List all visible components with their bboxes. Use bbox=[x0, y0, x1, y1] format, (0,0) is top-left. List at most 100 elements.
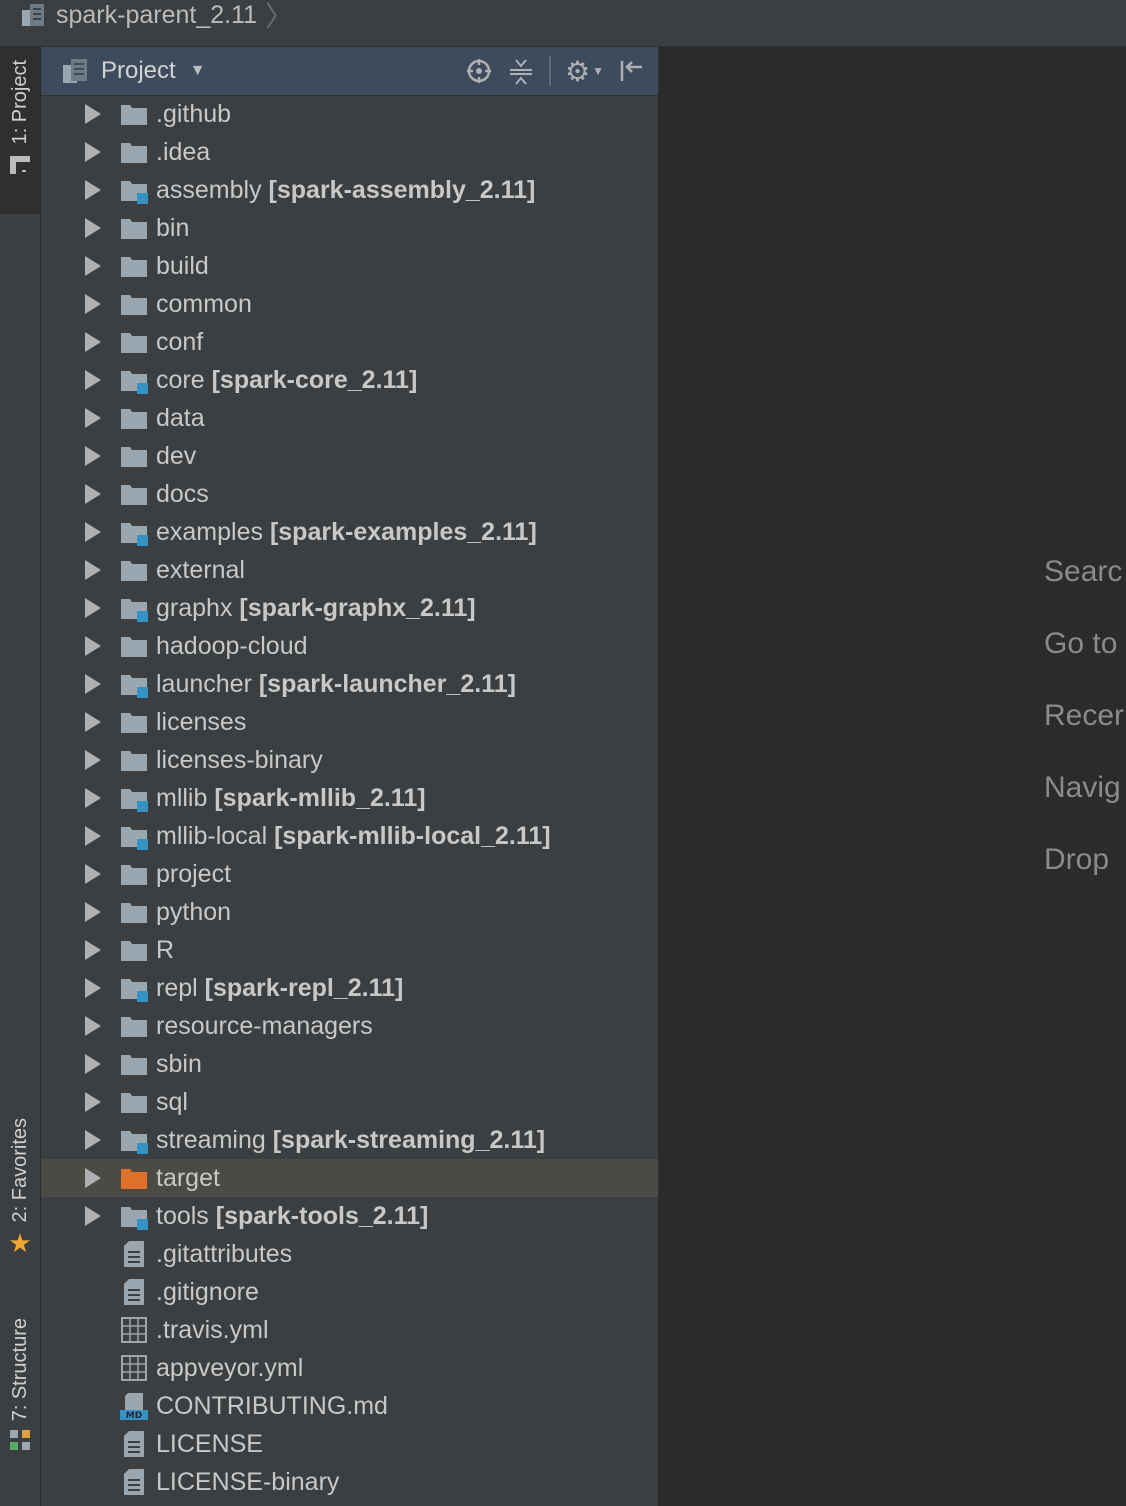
expand-arrow-icon[interactable] bbox=[85, 1130, 101, 1150]
tree-row[interactable]: .gitattributes bbox=[41, 1235, 658, 1273]
tree-row[interactable]: build bbox=[41, 247, 658, 285]
folder-icon bbox=[119, 479, 149, 509]
expand-arrow-icon[interactable] bbox=[85, 408, 101, 428]
tree-item-label: licenses bbox=[156, 703, 246, 741]
expand-arrow-icon[interactable] bbox=[85, 902, 101, 922]
tree-item-name: .gitignore bbox=[156, 1278, 259, 1306]
folder-icon bbox=[119, 745, 149, 775]
tree-item-name: repl bbox=[156, 974, 198, 1002]
view-selector[interactable]: Project ▼ bbox=[61, 47, 206, 95]
crosshair-icon[interactable] bbox=[465, 57, 493, 85]
tree-row[interactable]: hadoop-cloud bbox=[41, 627, 658, 665]
tree-row[interactable]: tools [spark-tools_2.11] bbox=[41, 1197, 658, 1235]
expand-arrow-icon[interactable] bbox=[85, 560, 101, 580]
expand-arrow-icon[interactable] bbox=[85, 446, 101, 466]
tree-row[interactable]: python bbox=[41, 893, 658, 931]
tree-item-module: [spark-tools_2.11] bbox=[215, 1202, 429, 1230]
tree-row[interactable]: .idea bbox=[41, 133, 658, 171]
tree-row[interactable]: bin bbox=[41, 209, 658, 247]
panel-toolbar: ⚙ ▼ bbox=[465, 47, 646, 95]
tree-item-label: streaming [spark-streaming_2.11] bbox=[156, 1121, 545, 1159]
collapse-all-icon[interactable] bbox=[507, 57, 535, 85]
expand-arrow-icon[interactable] bbox=[85, 1206, 101, 1226]
tree-row[interactable]: .gitignore bbox=[41, 1273, 658, 1311]
breadcrumb-separator: 〉 bbox=[265, 1, 294, 32]
tree-item-name: external bbox=[156, 556, 245, 584]
tab-favorites[interactable]: 2: Favorites ★ bbox=[0, 1118, 40, 1308]
tree-row[interactable]: LICENSE bbox=[41, 1425, 658, 1463]
expand-arrow-icon[interactable] bbox=[85, 636, 101, 656]
tree-row[interactable]: launcher [spark-launcher_2.11] bbox=[41, 665, 658, 703]
tree-row[interactable]: assembly [spark-assembly_2.11] bbox=[41, 171, 658, 209]
chevron-down-icon: ▼ bbox=[592, 64, 604, 78]
tree-row[interactable]: repl [spark-repl_2.11] bbox=[41, 969, 658, 1007]
tree-item-label: resource-managers bbox=[156, 1007, 373, 1045]
tree-item-label: target bbox=[156, 1159, 220, 1197]
expand-arrow-icon[interactable] bbox=[85, 712, 101, 732]
expand-arrow-icon[interactable] bbox=[85, 978, 101, 998]
tree-item-label: core [spark-core_2.11] bbox=[156, 361, 417, 399]
tree-row[interactable]: .github bbox=[41, 95, 658, 133]
tree-item-name: tools bbox=[156, 1202, 209, 1230]
tree-row[interactable]: .travis.yml bbox=[41, 1311, 658, 1349]
tree-row[interactable]: resource-managers bbox=[41, 1007, 658, 1045]
expand-arrow-icon[interactable] bbox=[85, 674, 101, 694]
tree-row[interactable]: conf bbox=[41, 323, 658, 361]
expand-arrow-icon[interactable] bbox=[85, 1054, 101, 1074]
tree-row[interactable]: core [spark-core_2.11] bbox=[41, 361, 658, 399]
folder-icon bbox=[119, 251, 149, 281]
hide-panel-icon[interactable] bbox=[618, 57, 646, 85]
folder-icon bbox=[119, 403, 149, 433]
settings-button[interactable]: ⚙ ▼ bbox=[565, 55, 604, 88]
expand-arrow-icon[interactable] bbox=[85, 484, 101, 504]
expand-arrow-icon[interactable] bbox=[85, 598, 101, 618]
tab-project[interactable]: 1: Project bbox=[0, 46, 40, 214]
expand-arrow-icon[interactable] bbox=[85, 370, 101, 390]
tree-row[interactable]: MD CONTRIBUTING.md bbox=[41, 1387, 658, 1425]
tree-row[interactable]: R bbox=[41, 931, 658, 969]
tree-row[interactable]: appveyor.yml bbox=[41, 1349, 658, 1387]
tree-row[interactable]: sbin bbox=[41, 1045, 658, 1083]
breadcrumb-project[interactable]: spark-parent_2.11 bbox=[56, 1, 257, 30]
tree-row[interactable]: docs bbox=[41, 475, 658, 513]
tree-row[interactable]: common bbox=[41, 285, 658, 323]
tree-row[interactable]: external bbox=[41, 551, 658, 589]
expand-arrow-icon[interactable] bbox=[85, 788, 101, 808]
tree-item-label: .idea bbox=[156, 133, 210, 171]
tree-row[interactable]: data bbox=[41, 399, 658, 437]
tree-row[interactable]: LICENSE-binary bbox=[41, 1463, 658, 1501]
expand-arrow-icon[interactable] bbox=[85, 750, 101, 770]
tree-row[interactable]: examples [spark-examples_2.11] bbox=[41, 513, 658, 551]
tab-structure[interactable]: 7: Structure bbox=[0, 1318, 40, 1478]
module-folder-icon bbox=[119, 1201, 149, 1231]
tree-row[interactable]: graphx [spark-graphx_2.11] bbox=[41, 589, 658, 627]
expand-arrow-icon[interactable] bbox=[85, 1092, 101, 1112]
tree-row[interactable]: target bbox=[41, 1159, 658, 1197]
expand-arrow-icon[interactable] bbox=[85, 940, 101, 960]
tree-item-module: [spark-core_2.11] bbox=[211, 366, 418, 394]
tree-row[interactable]: dev bbox=[41, 437, 658, 475]
expand-arrow-icon[interactable] bbox=[85, 332, 101, 352]
expand-arrow-icon[interactable] bbox=[85, 104, 101, 124]
folder-icon bbox=[119, 99, 149, 129]
tree-row[interactable]: mllib [spark-mllib_2.11] bbox=[41, 779, 658, 817]
expand-arrow-icon[interactable] bbox=[85, 826, 101, 846]
expand-arrow-icon[interactable] bbox=[85, 522, 101, 542]
expand-arrow-icon[interactable] bbox=[85, 864, 101, 884]
expand-arrow-icon[interactable] bbox=[85, 218, 101, 238]
expand-arrow-icon[interactable] bbox=[85, 294, 101, 314]
expand-arrow-icon[interactable] bbox=[85, 1168, 101, 1188]
module-folder-icon bbox=[119, 669, 149, 699]
expand-arrow-icon[interactable] bbox=[85, 1016, 101, 1036]
tree-row[interactable]: mllib-local [spark-mllib-local_2.11] bbox=[41, 817, 658, 855]
breadcrumb[interactable]: spark-parent_2.11 〉 bbox=[20, 0, 293, 32]
tree-item-label: licenses-binary bbox=[156, 741, 323, 779]
tree-row[interactable]: project bbox=[41, 855, 658, 893]
tree-row[interactable]: sql bbox=[41, 1083, 658, 1121]
tree-row[interactable]: streaming [spark-streaming_2.11] bbox=[41, 1121, 658, 1159]
tree-row[interactable]: licenses-binary bbox=[41, 741, 658, 779]
expand-arrow-icon[interactable] bbox=[85, 142, 101, 162]
expand-arrow-icon[interactable] bbox=[85, 256, 101, 276]
expand-arrow-icon[interactable] bbox=[85, 180, 101, 200]
tree-row[interactable]: licenses bbox=[41, 703, 658, 741]
